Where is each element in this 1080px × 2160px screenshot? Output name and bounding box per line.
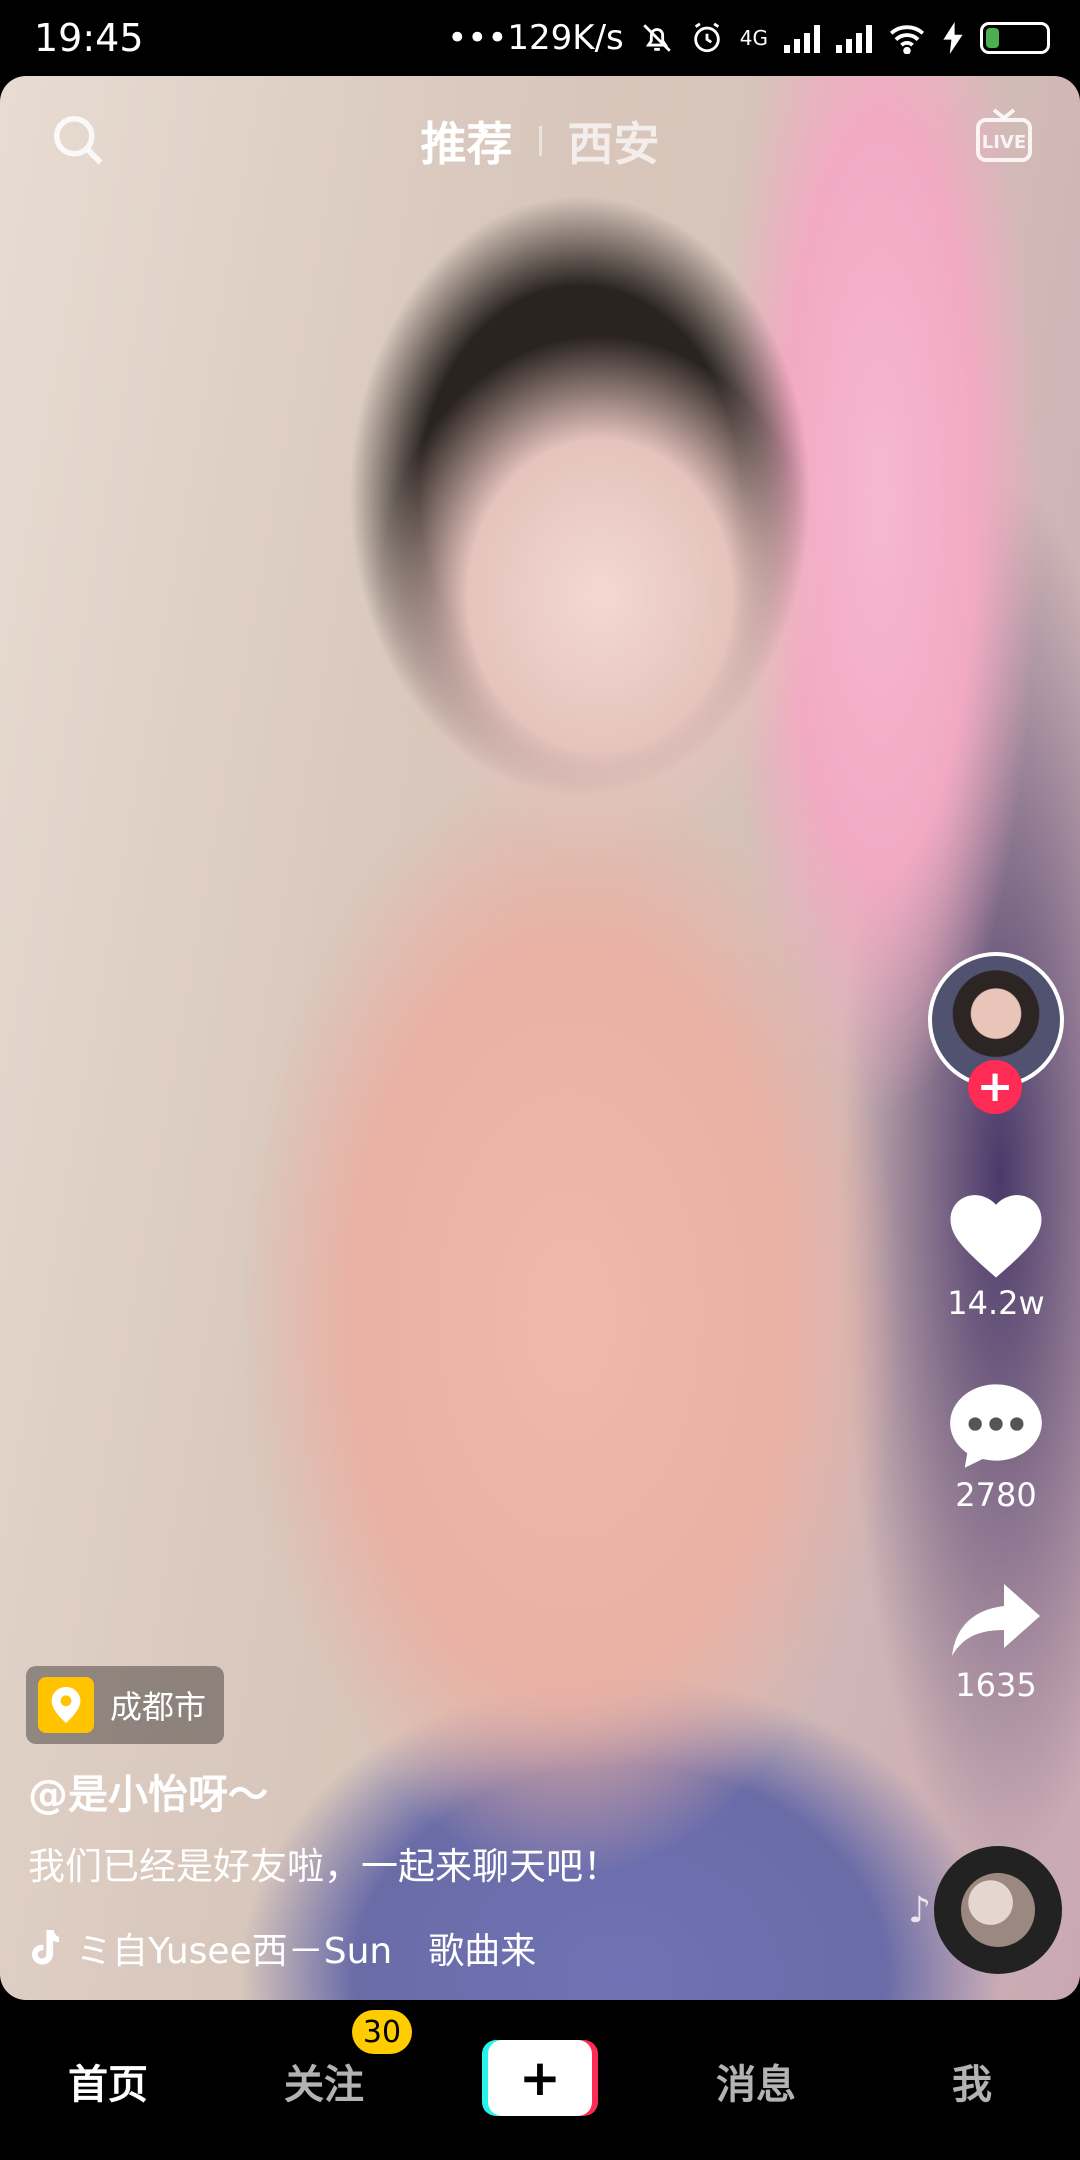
comment-count: 2780 — [955, 1476, 1037, 1514]
music-info[interactable]: ミ自Yusee西－Sun 歌曲来 — [28, 1922, 536, 1974]
live-icon[interactable]: LIVE — [972, 104, 1036, 168]
nav-profile[interactable]: 我 — [892, 2052, 1052, 2110]
video-caption: 我们已经是好友啦，一起来聊天吧！ — [28, 1845, 620, 1888]
plus-icon: + — [488, 2040, 592, 2116]
network-type: 4G — [739, 26, 768, 50]
nav-following[interactable]: 关注 — [244, 2052, 404, 2110]
comment-button[interactable]: 2780 — [926, 1378, 1066, 1514]
charging-icon — [943, 22, 963, 54]
top-tabs: 推荐 西安 — [0, 108, 1080, 174]
location-label: 成都市 — [110, 1688, 207, 1726]
music-title: ミ自Yusee西－Sun 歌曲来 — [76, 1931, 537, 1972]
create-button[interactable]: + — [482, 2040, 598, 2116]
signal-icon — [836, 23, 872, 53]
network-speed: •••129K/s — [447, 18, 624, 58]
tab-local[interactable]: 西安 — [568, 108, 660, 174]
like-button[interactable]: 14.2w — [926, 1186, 1066, 1322]
creator-username[interactable]: @是小怡呀～ — [28, 1762, 268, 1820]
comment-icon — [950, 1384, 1042, 1468]
status-time: 19:45 — [34, 16, 144, 60]
music-cover — [961, 1873, 1035, 1947]
share-button[interactable]: 1635 — [926, 1580, 1066, 1704]
following-badge: 30 — [352, 2010, 412, 2054]
music-disc[interactable] — [934, 1846, 1062, 1974]
nav-messages[interactable]: 消息 — [676, 2052, 836, 2110]
signal-icon — [784, 23, 820, 53]
tiktok-note-icon — [32, 1930, 59, 1965]
music-note-icon: ♪ — [908, 1890, 931, 1931]
like-count: 14.2w — [947, 1284, 1045, 1322]
location-tag[interactable]: 成都市 — [26, 1666, 225, 1744]
battery-icon: 29 — [980, 22, 1050, 54]
mute-icon — [643, 24, 671, 52]
status-bar: 19:45 •••129K/s 4G 29 — [0, 0, 1080, 76]
heart-icon — [950, 1195, 1042, 1278]
wifi-icon — [889, 25, 925, 54]
location-pin-icon — [38, 1677, 94, 1733]
share-count: 1635 — [955, 1666, 1037, 1704]
nav-home[interactable]: 首页 — [28, 2052, 188, 2110]
live-label: LIVE — [982, 132, 1026, 153]
status-icons: •••129K/s 4G 29 — [447, 18, 1050, 58]
battery-level: 29 — [999, 25, 1031, 51]
alarm-icon — [694, 22, 720, 53]
tab-divider — [538, 126, 542, 156]
share-icon — [952, 1584, 1040, 1656]
follow-button[interactable]: + — [968, 1060, 1022, 1114]
tab-recommend[interactable]: 推荐 — [421, 108, 513, 174]
